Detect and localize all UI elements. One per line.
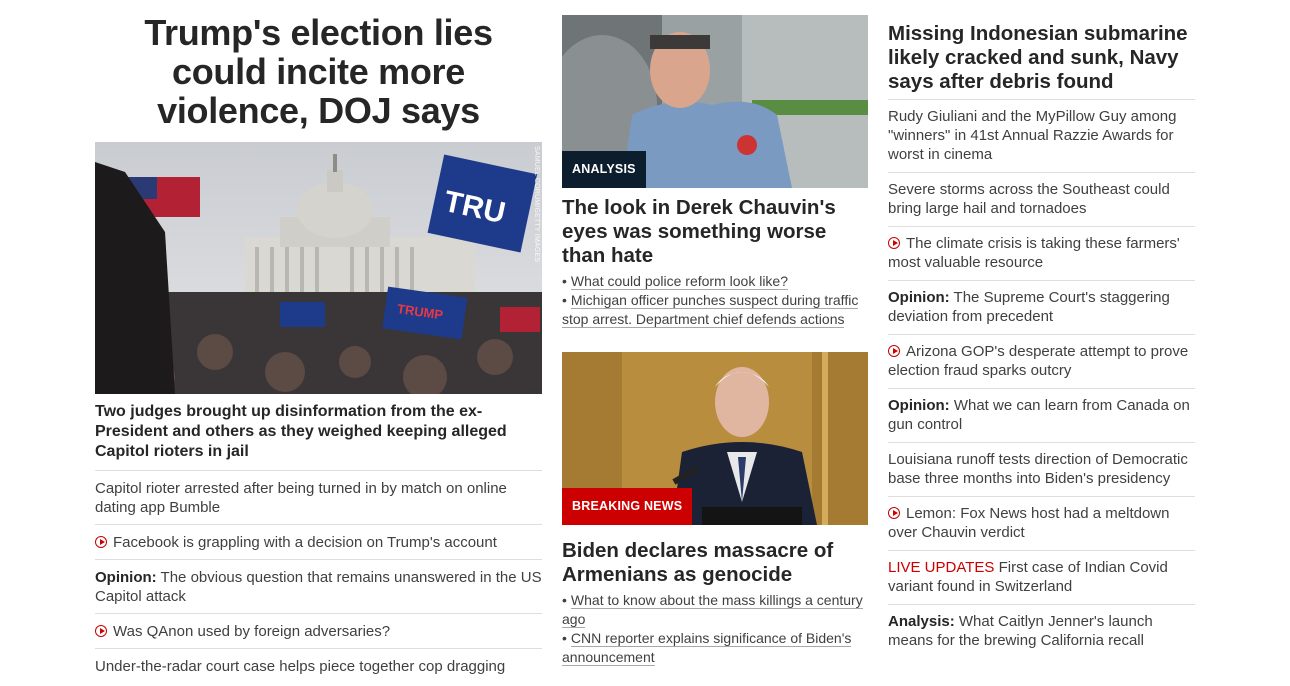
list-item[interactable]: Opinion: What we can learn from Canada o… — [888, 388, 1195, 442]
biden-headline[interactable]: Biden declares massacre of Armenians as … — [562, 539, 868, 587]
submarine-headline[interactable]: Missing Indonesian submarine likely crac… — [888, 22, 1195, 94]
play-circle-icon — [888, 237, 900, 249]
related-link-text[interactable]: What could police reform look like? — [570, 273, 789, 290]
left-column: Trump's election lies could incite more … — [95, 0, 542, 683]
list-item[interactable]: Capitol rioter arrested after being turn… — [95, 470, 542, 524]
item-text: Under-the-radar court case helps piece t… — [95, 658, 506, 675]
chauvin-related-links: • What could police reform look like? • Mi… — [562, 272, 868, 329]
related-link-text[interactable]: Michigan officer punches suspect during … — [562, 292, 859, 328]
item-prefix: Opinion: — [888, 397, 950, 414]
capitol-riot-photo[interactable]: TRU TRUMP SAMUEL CORUM/GETTY IMAGES — [95, 142, 542, 394]
play-circle-icon — [95, 625, 107, 637]
item-text: Severe storms across the Southeast could… — [888, 181, 1170, 217]
biden-related-links: • What to know about the mass killings a … — [562, 591, 868, 667]
list-item[interactable]: Opinion: The obvious question that remai… — [95, 559, 542, 613]
item-text: Lemon: Fox News host had a meltdown over… — [888, 505, 1170, 541]
biden-photo[interactable]: BREAKING NEWS — [562, 352, 868, 525]
right-headline-list: Rudy Giuliani and the MyPillow Guy among… — [888, 99, 1195, 658]
hero-headline[interactable]: Trump's election lies could incite more … — [95, 13, 542, 130]
right-column: Missing Indonesian submarine likely crac… — [888, 0, 1195, 658]
breaking-news-tag: BREAKING NEWS — [562, 488, 693, 525]
play-circle-icon — [888, 507, 900, 519]
live-updates-label: LIVE UPDATES — [888, 559, 995, 576]
chauvin-photo[interactable]: ANALYSIS — [562, 15, 868, 188]
left-headline-list: Capitol rioter arrested after being turn… — [95, 470, 542, 683]
list-item[interactable]: Under-the-radar court case helps piece t… — [95, 648, 542, 683]
related-link[interactable]: • Michigan officer punches suspect during… — [562, 291, 868, 329]
item-text: Was QAnon used by foreign adversaries? — [113, 623, 391, 640]
list-item[interactable]: Analysis: What Caitlyn Jenner's launch m… — [888, 604, 1195, 658]
list-item[interactable]: The climate crisis is taking these farme… — [888, 226, 1195, 280]
list-item[interactable]: Arizona GOP's desperate attempt to prove… — [888, 334, 1195, 388]
play-circle-icon — [888, 345, 900, 357]
list-item[interactable]: Was QAnon used by foreign adversaries? — [95, 613, 542, 648]
item-prefix: Opinion: — [95, 569, 157, 586]
related-link[interactable]: • What to know about the mass killings a … — [562, 591, 868, 629]
item-text: Louisiana runoff tests direction of Demo… — [888, 451, 1188, 487]
list-item[interactable]: Severe storms across the Southeast could… — [888, 172, 1195, 226]
related-link[interactable]: • What could police reform look like? — [562, 272, 868, 291]
item-text: Capitol rioter arrested after being turn… — [95, 480, 507, 516]
middle-column: ANALYSIS The look in Derek Chauvin's eye… — [562, 0, 868, 667]
list-item[interactable]: Louisiana runoff tests direction of Demo… — [888, 442, 1195, 496]
photo-credit: SAMUEL CORUM/GETTY IMAGES — [533, 146, 540, 263]
item-text: Arizona GOP's desperate attempt to prove… — [888, 343, 1189, 379]
analysis-tag: ANALYSIS — [562, 151, 646, 188]
list-item[interactable]: Rudy Giuliani and the MyPillow Guy among… — [888, 99, 1195, 172]
related-link-text[interactable]: What to know about the mass killings a c… — [562, 592, 863, 628]
item-text: Facebook is grappling with a decision on… — [113, 534, 497, 551]
related-link[interactable]: • CNN reporter explains significance of B… — [562, 629, 868, 667]
lead-story-headline[interactable]: Two judges brought up disinformation fro… — [95, 402, 542, 462]
list-item[interactable]: Lemon: Fox News host had a meltdown over… — [888, 496, 1195, 550]
item-prefix: Opinion: — [888, 289, 950, 306]
related-link-text[interactable]: CNN reporter explains significance of Bi… — [562, 630, 852, 666]
list-item[interactable]: LIVE UPDATES First case of Indian Covid … — [888, 550, 1195, 604]
item-text: The climate crisis is taking these farme… — [888, 235, 1180, 271]
item-text: Rudy Giuliani and the MyPillow Guy among… — [888, 108, 1177, 163]
list-item[interactable]: Opinion: The Supreme Court's staggering … — [888, 280, 1195, 334]
list-item[interactable]: Facebook is grappling with a decision on… — [95, 524, 542, 559]
item-prefix: Analysis: — [888, 613, 955, 630]
chauvin-headline[interactable]: The look in Derek Chauvin's eyes was som… — [562, 196, 868, 268]
item-text: The obvious question that remains unansw… — [95, 569, 542, 605]
play-circle-icon — [95, 536, 107, 548]
